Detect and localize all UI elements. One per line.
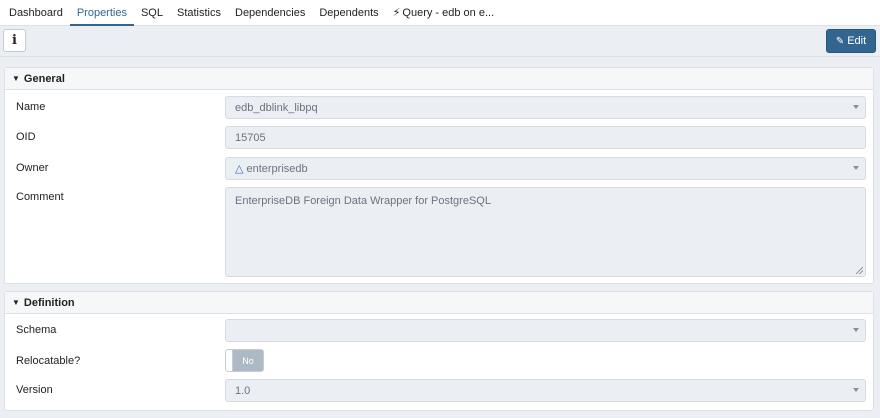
tab-label: Dependencies <box>235 6 306 19</box>
relocatable-toggle[interactable]: No <box>225 349 264 372</box>
pencil-icon: ✎ <box>835 35 845 47</box>
toggle-knob <box>226 350 233 371</box>
info-button[interactable]: i <box>3 29 26 52</box>
tab-dashboard[interactable]: Dashboard <box>2 0 70 25</box>
comment-label: Comment <box>16 191 64 203</box>
version-row: Version 1.0 <box>5 379 873 404</box>
resize-handle-icon[interactable] <box>856 267 863 274</box>
tab-bar: Dashboard Properties SQL Statistics Depe… <box>0 0 880 26</box>
tab-label: Properties <box>76 6 127 19</box>
owner-value: enterprisedb <box>246 162 308 175</box>
oid-value: 15705 <box>235 131 266 144</box>
dropdown-caret-icon <box>853 105 859 109</box>
toggle-state-label: No <box>242 355 254 366</box>
tab-properties[interactable]: Properties <box>69 0 135 26</box>
tab-label: Dashboard <box>9 6 63 19</box>
tab-sql[interactable]: SQL <box>134 0 170 25</box>
version-select[interactable]: 1.0 <box>225 379 866 402</box>
relocatable-row: Relocatable? No <box>5 349 873 374</box>
dropdown-caret-icon <box>853 166 859 170</box>
schema-label: Schema <box>16 324 57 336</box>
comment-row: Comment EnterpriseDB Foreign Data Wrappe… <box>5 187 873 279</box>
tab-label: Query - edb on e... <box>402 6 495 19</box>
lightning-icon: ⚡︎ <box>392 7 401 19</box>
chevron-down-icon: ▼ <box>12 298 20 307</box>
edit-button[interactable]: ✎ Edit <box>826 29 876 53</box>
relocatable-label: Relocatable? <box>16 355 81 367</box>
tab-dependencies[interactable]: Dependencies <box>228 0 312 25</box>
user-icon: △ <box>235 163 244 175</box>
definition-panel-header[interactable]: ▼ Definition <box>5 292 873 314</box>
comment-textarea[interactable]: EnterpriseDB Foreign Data Wrapper for Po… <box>225 187 866 277</box>
panel-title: Definition <box>23 296 75 309</box>
schema-row: Schema <box>5 319 873 344</box>
panel-title: General <box>23 72 65 85</box>
oid-field[interactable]: 15705 <box>225 126 866 149</box>
name-value: edb_dblink_libpq <box>235 101 318 114</box>
general-panel: ▼ General Name edb_dblink_libpq OID 1570… <box>4 67 874 284</box>
name-label: Name <box>16 101 46 113</box>
tab-label: Dependents <box>319 6 379 19</box>
tab-label: SQL <box>140 6 163 19</box>
version-value: 1.0 <box>235 384 251 397</box>
general-panel-header[interactable]: ▼ General <box>5 68 873 90</box>
name-row: Name edb_dblink_libpq <box>5 96 873 121</box>
name-select[interactable]: edb_dblink_libpq <box>225 96 866 119</box>
owner-label: Owner <box>16 162 49 174</box>
owner-select[interactable]: △ enterprisedb <box>225 157 866 180</box>
dropdown-caret-icon <box>853 328 859 332</box>
oid-row: OID 15705 <box>5 126 873 151</box>
info-icon: i <box>12 33 17 48</box>
tab-label: Statistics <box>176 6 221 19</box>
tab-dependents[interactable]: Dependents <box>312 0 385 25</box>
properties-toolbar: i ✎ Edit <box>0 26 880 57</box>
comment-value: EnterpriseDB Foreign Data Wrapper for Po… <box>235 195 491 207</box>
definition-panel: ▼ Definition Schema Relocatable? No Vers… <box>4 291 874 411</box>
tab-query[interactable]: ⚡︎ Query - edb on e... <box>386 0 501 25</box>
oid-label: OID <box>16 131 36 143</box>
chevron-down-icon: ▼ <box>12 74 20 83</box>
schema-select[interactable] <box>225 319 866 342</box>
tab-statistics[interactable]: Statistics <box>170 0 228 25</box>
version-label: Version <box>16 384 53 396</box>
owner-row: Owner △ enterprisedb <box>5 157 873 182</box>
properties-content: ▼ General Name edb_dblink_libpq OID 1570… <box>0 57 880 418</box>
edit-button-label: Edit <box>847 35 867 47</box>
dropdown-caret-icon <box>853 388 859 392</box>
